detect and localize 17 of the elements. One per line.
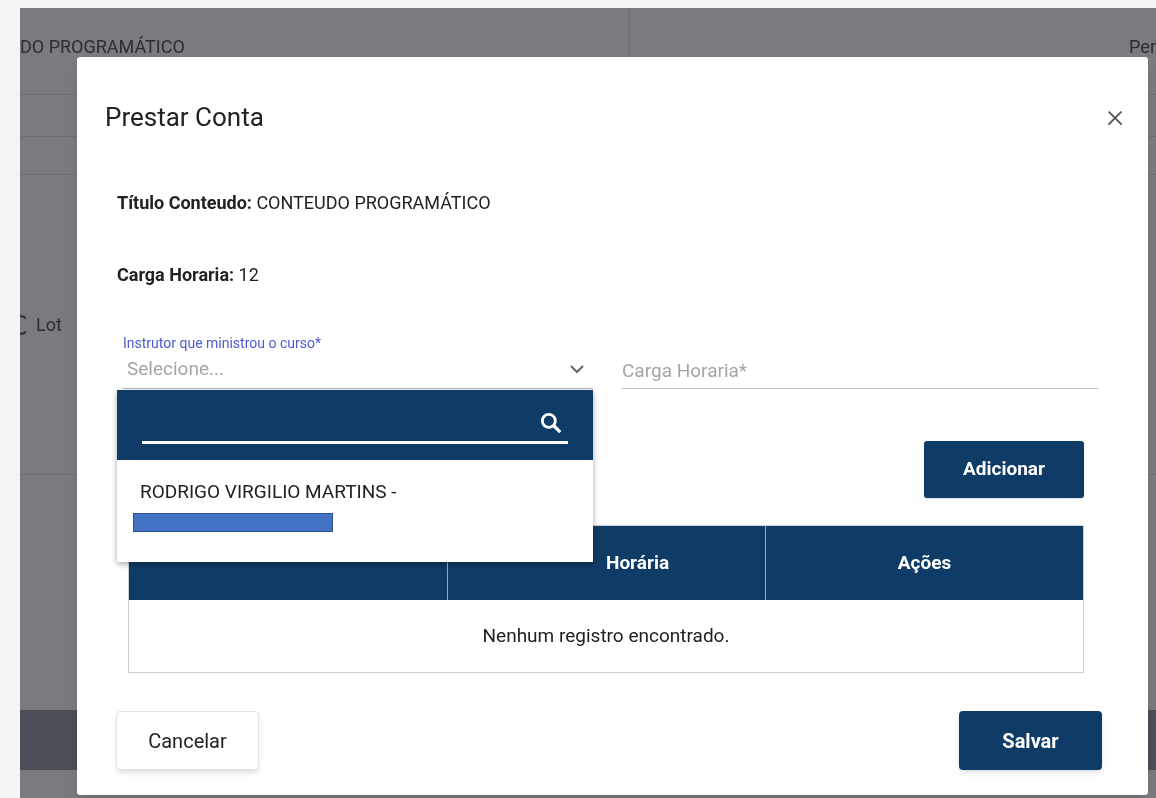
- dialog-title: Prestar Conta: [105, 100, 264, 134]
- column-header: Horária: [606, 549, 670, 576]
- radio-label: Lot: [36, 313, 62, 337]
- empty-message: Nenhum registro encontrado.: [482, 622, 730, 649]
- instructor-select[interactable]: Instrutor que ministrou o curso* Selecione...: [123, 334, 593, 389]
- column-heading: Per: [1129, 35, 1156, 59]
- info-text: Título Conteudo: CONTEUDO PROGRAMÁTICO: [117, 191, 492, 215]
- dropdown-option[interactable]: RODRIGO VIRGILIO MARTINS -: [117, 460, 593, 532]
- info-text: Carga Horaria: 12: [117, 263, 260, 287]
- chevron-down-icon: [569, 364, 585, 374]
- add-button[interactable]: Adicionar: [924, 441, 1084, 498]
- column-header: Ações: [897, 549, 952, 576]
- hours-field[interactable]: Carga Horaria*: [622, 353, 1098, 389]
- cancel-button[interactable]: Cancelar: [116, 711, 259, 770]
- radio-icon: [20, 314, 26, 335]
- column-heading: DO PROGRAMÁTICO: [20, 35, 185, 59]
- save-button[interactable]: Salvar: [959, 711, 1102, 770]
